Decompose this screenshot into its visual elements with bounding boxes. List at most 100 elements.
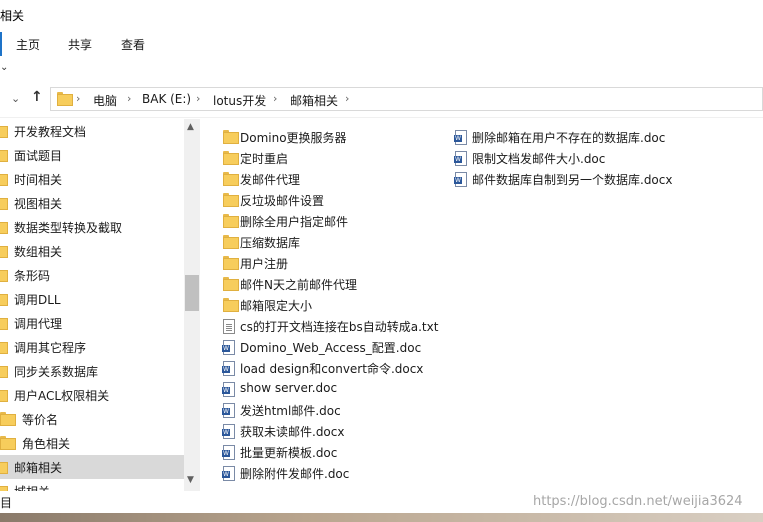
folder-icon [0, 292, 8, 306]
breadcrumb-separator-icon[interactable]: › [345, 92, 349, 105]
nav-item-label: 条形码 [14, 269, 51, 283]
nav-item[interactable]: 开发教程文档 [0, 119, 184, 143]
nav-item-label: 视图相关 [14, 197, 63, 211]
nav-item[interactable]: 调用DLL [0, 287, 184, 311]
file-name: cs的打开文档连接在bs自动转成a.txt [240, 320, 439, 334]
nav-item-label: 数据类型转换及截取 [14, 221, 123, 235]
nav-item[interactable]: 邮箱相关 [0, 455, 184, 479]
nav-item[interactable]: 面试题目 [0, 143, 184, 167]
nav-item-label: 时间相关 [14, 173, 63, 187]
nav-item-label: 调用其它程序 [14, 341, 87, 355]
folder-icon [223, 298, 239, 312]
folder-icon [0, 340, 8, 354]
folder-icon [223, 172, 239, 186]
watermark: https://blog.csdn.net/weijia3624 [533, 494, 743, 509]
folder-icon [0, 220, 8, 234]
breadcrumb-separator-icon[interactable]: › [273, 92, 277, 105]
folder-icon [0, 412, 16, 426]
nav-item[interactable]: 等价名 [0, 407, 184, 431]
scroll-up-icon[interactable]: ▲ [187, 122, 194, 132]
file-name: 用户注册 [240, 257, 289, 271]
folder-icon [0, 436, 16, 450]
file-name: 发邮件代理 [240, 173, 301, 187]
word-document-icon: W [222, 466, 235, 481]
chevron-down-icon[interactable]: ⌄ [0, 62, 8, 73]
nav-item-label: 用户ACL权限相关 [14, 389, 110, 403]
address-bar[interactable]: › 电脑 › BAK (E:) › lotus开发 › 邮箱相关 › [50, 87, 763, 111]
word-document-icon: W [222, 445, 235, 460]
breadcrumb-separator-icon[interactable]: › [127, 92, 131, 105]
nav-item[interactable]: 时间相关 [0, 167, 184, 191]
ribbon-tabs: 主页 共享 查看 [0, 30, 763, 58]
navigation-bar: ⌄ ↑ › 电脑 › BAK (E:) › lotus开发 › 邮箱相关 › [0, 84, 763, 114]
folder-icon [0, 484, 8, 491]
title-bar: 相关 [0, 0, 763, 30]
file-name: 获取未读邮件.docx [240, 425, 345, 439]
desktop-strip [0, 513, 763, 522]
scroll-down-icon[interactable]: ▼ [187, 475, 194, 485]
folder-icon [0, 172, 8, 186]
nav-item[interactable]: 调用其它程序 [0, 335, 184, 359]
nav-item[interactable]: 同步关系数据库 [0, 359, 184, 383]
word-document-icon: W [222, 340, 235, 355]
window-title: 相关 [0, 9, 25, 23]
folder-icon [0, 460, 8, 474]
tab-home[interactable]: 主页 [16, 36, 40, 53]
nav-item[interactable]: 视图相关 [0, 191, 184, 215]
file-name: 定时重启 [240, 152, 289, 166]
breadcrumb-computer[interactable]: 电脑 [93, 92, 117, 109]
file-name: load design和convert命令.docx [240, 362, 424, 376]
nav-scrollbar[interactable]: ▲ ▼ [184, 119, 200, 491]
folder-icon [0, 196, 8, 210]
breadcrumb-separator-icon[interactable]: › [76, 92, 80, 105]
nav-item-label: 角色相关 [22, 437, 71, 451]
breadcrumb-separator-icon[interactable]: › [196, 92, 200, 105]
folder-icon [0, 364, 8, 378]
nav-item-label: 调用代理 [14, 317, 63, 331]
file-name: Domino_Web_Access_配置.doc [240, 341, 422, 355]
nav-item-label: 调用DLL [14, 293, 61, 307]
file-name: 邮件数据库自制到另一个数据库.docx [472, 173, 673, 187]
text-file-icon [223, 319, 235, 334]
nav-item[interactable]: 数据类型转换及截取 [0, 215, 184, 239]
nav-item-label: 开发教程文档 [14, 125, 87, 139]
recent-locations-chevron-icon[interactable]: ⌄ [11, 92, 20, 105]
file-name: 批量更新模板.doc [240, 446, 338, 460]
tab-view[interactable]: 查看 [121, 36, 145, 53]
breadcrumb-drive[interactable]: BAK (E:) [142, 92, 191, 106]
file-name: 邮箱限定大小 [240, 299, 313, 313]
folder-icon [223, 214, 239, 228]
folder-icon [0, 268, 8, 282]
nav-item[interactable]: 条形码 [0, 263, 184, 287]
file-name: 反垃圾邮件设置 [240, 194, 325, 208]
folder-icon [0, 316, 8, 330]
file-name: 邮件N天之前邮件代理 [240, 278, 357, 292]
tab-share[interactable]: 共享 [68, 36, 92, 53]
folder-icon [0, 388, 8, 402]
word-document-icon: W [222, 424, 235, 439]
nav-item[interactable]: 城相关 [0, 479, 184, 491]
up-arrow-icon[interactable]: ↑ [31, 89, 43, 105]
breadcrumb-lotus[interactable]: lotus开发 [213, 92, 266, 109]
nav-item-label: 邮箱相关 [14, 461, 63, 475]
breadcrumb-mailbox[interactable]: 邮箱相关 [290, 92, 338, 109]
folder-icon [0, 148, 8, 162]
folder-icon [223, 277, 239, 291]
nav-item[interactable]: 用户ACL权限相关 [0, 383, 184, 407]
nav-item[interactable]: 数组相关 [0, 239, 184, 263]
file-tab-edge[interactable] [0, 32, 2, 56]
file-name: 压缩数据库 [240, 236, 301, 250]
folder-icon [223, 130, 239, 144]
file-name: 删除全用户指定邮件 [240, 215, 349, 229]
word-document-icon: W [454, 130, 467, 145]
nav-item-label: 城相关 [14, 483, 50, 491]
folder-icon [0, 124, 8, 138]
word-document-icon: W [222, 382, 235, 397]
folder-icon [57, 92, 73, 106]
nav-item[interactable]: 调用代理 [0, 311, 184, 335]
nav-item[interactable]: 角色相关 [0, 431, 184, 455]
folder-icon [223, 193, 239, 207]
scrollbar-thumb[interactable] [185, 275, 199, 311]
navigation-pane: 开发教程文档面试题目时间相关视图相关数据类型转换及截取数组相关条形码调用DLL 调… [0, 119, 184, 491]
file-name: 限制文档发邮件大小.doc [472, 152, 606, 166]
